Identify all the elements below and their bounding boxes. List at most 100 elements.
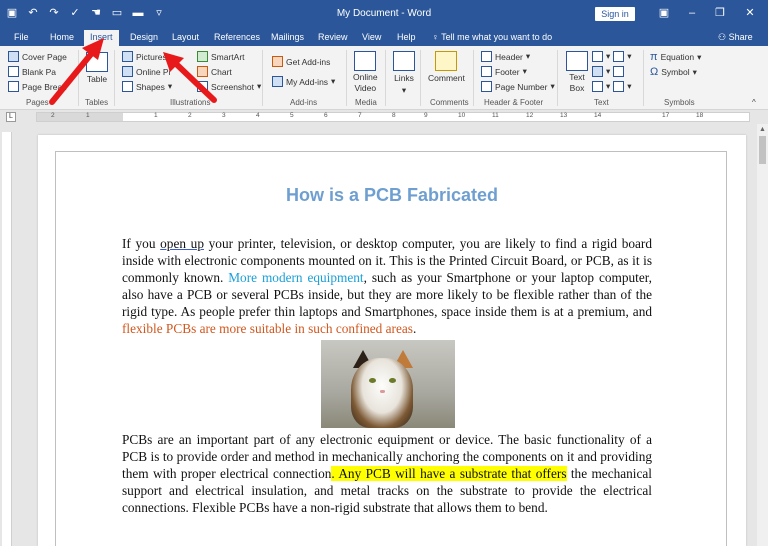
online-pictures-button[interactable]: Online Pi [122, 66, 171, 77]
tab-mailings[interactable]: Mailings [271, 30, 304, 44]
text-box-button[interactable]: Text Box [566, 51, 588, 93]
cat-body [351, 358, 413, 428]
ribbon-separator [114, 50, 115, 106]
smartart-button[interactable]: SmartArt [197, 51, 245, 62]
dropdown-arrow-icon: ▾ [692, 66, 697, 77]
ribbon-separator [557, 50, 558, 106]
ruler-margin-left [37, 113, 123, 121]
cat-photo[interactable] [321, 340, 455, 428]
online-pictures-label: Online Pi [136, 66, 171, 77]
header-button[interactable]: Header ▾ [481, 51, 530, 62]
screenshot-button[interactable]: Screenshot ▾ [197, 81, 261, 92]
screenshot-label: Screenshot [211, 81, 254, 92]
scroll-up-icon[interactable]: ▲ [759, 126, 766, 133]
paragraph-2[interactable]: PCBs are an important part of any electr… [122, 431, 652, 516]
tell-me-search[interactable]: ♀ Tell me what you want to do [432, 30, 552, 44]
collapse-ribbon-icon[interactable]: ^ [752, 98, 756, 107]
quick-parts-button[interactable]: ▾ ▾ [592, 51, 632, 62]
chart-button[interactable]: Chart [197, 66, 232, 77]
cover-page-label: Cover Page [22, 51, 67, 62]
document-heading[interactable]: How is a PCB Fabricated [38, 185, 746, 206]
wordart-button[interactable]: ▾ [592, 66, 625, 77]
table-button[interactable]: Table [86, 52, 108, 84]
footer-icon [481, 66, 492, 77]
sign-in-button[interactable]: Sign in [595, 7, 635, 21]
minimize-icon[interactable]: – [678, 4, 706, 22]
drop-cap-button[interactable]: ▾ ▾ [592, 81, 632, 92]
ruler-number: 2 [51, 112, 55, 119]
footer-label: Footer [495, 66, 520, 77]
equation-label: Equation [660, 52, 695, 62]
pictures-button[interactable]: Pictures [122, 51, 167, 62]
document-page[interactable]: How is a PCB Fabricated If you open up y… [38, 135, 746, 546]
date-time-icon [613, 66, 625, 77]
blank-page-icon [8, 66, 19, 77]
symbol-label: Symbol [661, 67, 690, 77]
horizontal-ruler[interactable]: 2 1 1 2 3 4 5 6 7 8 9 10 11 12 13 14 17 … [36, 112, 750, 122]
scrollbar-thumb[interactable] [759, 136, 766, 164]
ruler-number: 2 [188, 112, 192, 119]
paragraph-1[interactable]: If you open up your printer, television,… [122, 235, 652, 337]
quick-parts-icon [592, 51, 603, 62]
store-icon [272, 56, 283, 67]
chart-label: Chart [211, 66, 232, 77]
pi-icon: π [650, 51, 658, 63]
dropdown-arrow-icon: ▾ [522, 66, 527, 76]
person-icon: ⚇ [718, 32, 729, 42]
tab-selector[interactable]: L [6, 112, 16, 122]
dropdown-arrow-icon: ▾ [606, 66, 611, 76]
tab-help[interactable]: Help [397, 30, 416, 44]
vertical-ruler[interactable] [2, 132, 12, 546]
my-addins-button[interactable]: My Add-ins ▾ [272, 76, 335, 87]
tab-review[interactable]: Review [318, 30, 348, 44]
online-pictures-icon [122, 66, 133, 77]
vertical-scrollbar[interactable]: ▲ [757, 124, 768, 546]
tab-references[interactable]: References [214, 30, 260, 44]
blank-page-button[interactable]: Blank Pa [8, 66, 56, 77]
dropdown-arrow-icon: ▾ [550, 81, 555, 91]
ribbon-display-options-icon[interactable]: ▣ [650, 4, 678, 22]
dropdown-arrow-icon: ▾ [167, 81, 173, 91]
tab-layout[interactable]: Layout [172, 30, 199, 44]
table-label: Table [86, 74, 108, 84]
tab-design[interactable]: Design [130, 30, 158, 44]
ruler-number: 13 [560, 112, 568, 119]
tab-home[interactable]: Home [50, 30, 74, 44]
group-label-tables: Tables [85, 98, 109, 107]
tab-view[interactable]: View [362, 30, 381, 44]
shapes-button[interactable]: Shapes ▾ [122, 81, 172, 92]
equation-button[interactable]: π Equation ▾ [650, 51, 701, 63]
restore-icon[interactable]: ❐ [706, 4, 734, 22]
cover-page-icon [8, 51, 19, 62]
close-icon[interactable]: ✕ [736, 4, 764, 22]
ribbon-separator [385, 50, 386, 106]
title-bar: ▣ ↶ ↷ ✓ ☚ ▭ ▬ ▿ My Document - Word Sign … [0, 0, 768, 28]
dropdown-arrow-icon: ▾ [401, 85, 407, 95]
ruler-number: 7 [358, 112, 362, 119]
drop-cap-icon [592, 81, 603, 92]
cover-page-button[interactable]: Cover Page [8, 51, 67, 62]
page-number-button[interactable]: Page Number ▾ [481, 81, 555, 92]
dropdown-arrow-icon: ▾ [627, 81, 632, 91]
smartart-icon [197, 51, 208, 62]
links-button[interactable]: Links ▾ [393, 51, 415, 96]
tab-file[interactable]: File [14, 30, 29, 44]
group-label-comments: Comments [430, 98, 469, 107]
footer-button[interactable]: Footer ▾ [481, 66, 527, 77]
online-video-button[interactable]: Online Video [353, 51, 378, 93]
chart-icon [197, 66, 208, 77]
pictures-icon [122, 51, 133, 62]
cat-eye [369, 378, 376, 383]
comment-button[interactable]: Comment [428, 51, 465, 83]
ruler-number: 12 [526, 112, 534, 119]
tell-me-label: Tell me what you want to do [441, 32, 553, 42]
lightbulb-icon: ♀ [432, 32, 442, 42]
ribbon: Cover Page Blank Pa Page Break Pages Tab… [0, 46, 768, 110]
symbol-button[interactable]: Ω Symbol ▾ [650, 66, 697, 78]
screenshot-icon [197, 81, 208, 92]
cat-nose [380, 390, 385, 393]
tab-insert[interactable]: Insert [84, 30, 119, 46]
get-addins-button[interactable]: Get Add-ins [272, 56, 330, 67]
page-break-button[interactable]: Page Break [8, 81, 66, 92]
share-button[interactable]: ⚇ Share [718, 30, 753, 44]
